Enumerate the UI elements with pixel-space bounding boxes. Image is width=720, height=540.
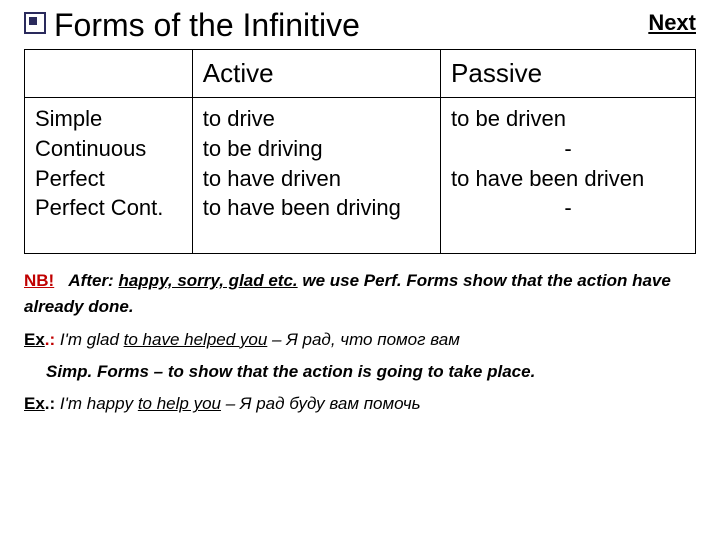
- simp-line: Simp. Forms – to show that the action is…: [46, 359, 696, 385]
- ex2-line: Ex.: I'm happy to help you – Я рад буду …: [24, 391, 696, 417]
- page-title: Forms of the Infinitive: [54, 8, 360, 43]
- ex2-text-a: I'm happy: [60, 394, 138, 413]
- passive-continuous: -: [451, 134, 685, 164]
- ex1-line: Ex.: I'm glad to have helped you – Я рад…: [24, 327, 696, 353]
- next-link[interactable]: Next: [648, 10, 696, 36]
- ex1-text-b: – Я рад, что помог вам: [267, 330, 460, 349]
- row-label-continuous: Continuous: [35, 136, 146, 161]
- ex2-text-u: to help you: [138, 394, 221, 413]
- ex2-dot: .:: [45, 394, 55, 413]
- row-label-perfect: Perfect: [35, 166, 105, 191]
- empty-header: [25, 50, 193, 98]
- ex1-text-u: to have helped you: [124, 330, 268, 349]
- nb-line: NB! After: happy, sorry, glad etc. we us…: [24, 268, 696, 321]
- nb-after: After:: [68, 271, 113, 290]
- header-row: Forms of the Infinitive Next: [24, 8, 696, 43]
- active-continuous: to be driving: [203, 136, 323, 161]
- nb-label: NB!: [24, 271, 54, 290]
- ex1-label: Ex: [24, 330, 45, 349]
- col-active-header: Active: [192, 50, 440, 98]
- ex1-text-a: I'm glad: [60, 330, 124, 349]
- ex2-label: Ex: [24, 394, 45, 413]
- active-simple: to drive: [203, 106, 275, 131]
- ex1-dot: .:: [45, 330, 55, 349]
- simp-text: Simp. Forms – to show that the action is…: [46, 362, 535, 381]
- col-passive-header: Passive: [441, 50, 696, 98]
- row-labels-cell: Simple Continuous Perfect Perfect Cont.: [25, 98, 193, 254]
- active-perfect-cont: to have been driving: [203, 195, 401, 220]
- active-cell: to drive to be driving to have driven to…: [192, 98, 440, 254]
- table-body-row: Simple Continuous Perfect Perfect Cont. …: [25, 98, 696, 254]
- passive-cell: to be driven - to have been driven -: [441, 98, 696, 254]
- bullet-icon: [24, 12, 46, 34]
- table-header-row: Active Passive: [25, 50, 696, 98]
- ex2-text-b: – Я рад буду вам помочь: [221, 394, 421, 413]
- passive-perfect: to have been driven: [451, 166, 644, 191]
- row-label-perfect-cont: Perfect Cont.: [35, 195, 163, 220]
- row-label-simple: Simple: [35, 106, 102, 131]
- nb-adjectives: happy, sorry, glad etc.: [118, 271, 297, 290]
- notes-block: NB! After: happy, sorry, glad etc. we us…: [24, 268, 696, 418]
- passive-simple: to be driven: [451, 106, 566, 131]
- passive-perfect-cont: -: [451, 193, 685, 223]
- active-perfect: to have driven: [203, 166, 341, 191]
- infinitive-table: Active Passive Simple Continuous Perfect…: [24, 49, 696, 254]
- title-group: Forms of the Infinitive: [24, 8, 360, 43]
